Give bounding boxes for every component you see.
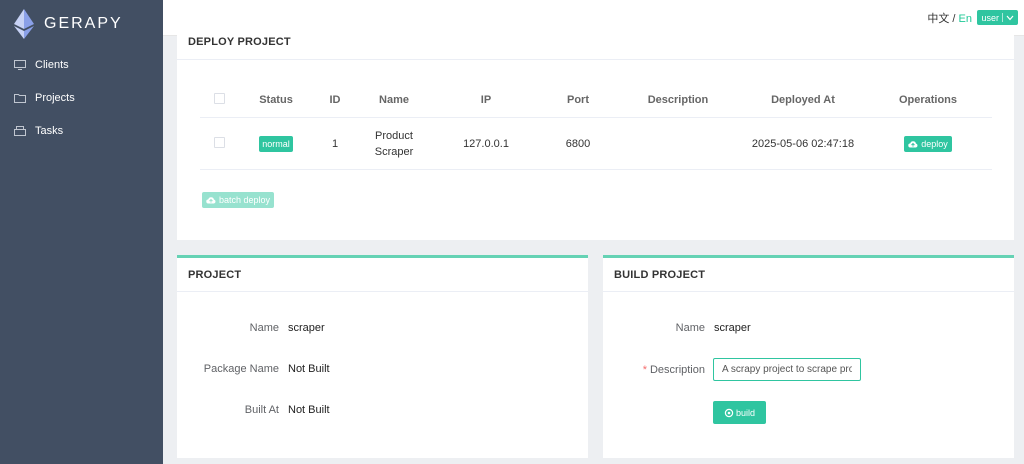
built-at-row: Built At Not Built — [177, 404, 330, 416]
deploy-button[interactable]: deploy — [904, 135, 952, 152]
cell-port: 6800 — [565, 137, 591, 150]
build-description-row: * Description — [603, 358, 861, 381]
field-value: scraper — [288, 322, 325, 334]
card-title: DEPLOY PROJECT — [177, 25, 1014, 60]
table-header: Status ID Name IP Port Description Deplo… — [200, 83, 992, 118]
sidebar-item-label: Clients — [35, 58, 69, 71]
cell-id: 1 — [331, 137, 339, 150]
lang-en-link[interactable]: En — [959, 13, 972, 25]
chevron-down-icon — [1006, 15, 1014, 20]
field-label: Name — [249, 322, 279, 334]
cloud-upload-icon — [908, 140, 918, 148]
card-title: BUILD PROJECT — [603, 258, 1014, 292]
col-deployed-at: Deployed At — [771, 94, 835, 106]
cell-deployed-at: 2025-05-06 02:47:18 — [751, 137, 855, 150]
tasks-icon — [14, 125, 26, 136]
sidebar-item-label: Projects — [35, 91, 75, 104]
clients-table: Status ID Name IP Port Description Deplo… — [200, 83, 992, 170]
status-badge: normal — [259, 135, 293, 152]
col-id: ID — [329, 94, 341, 106]
description-input[interactable] — [713, 358, 861, 381]
build-icon — [724, 408, 734, 417]
col-ip: IP — [480, 94, 492, 106]
logo[interactable]: GERAPY — [0, 0, 163, 48]
cell-ip: 127.0.0.1 — [463, 137, 509, 150]
sidebar-item-clients[interactable]: Clients — [0, 48, 163, 81]
field-value: scraper — [714, 322, 751, 334]
sidebar: GERAPY Clients Projects Tasks — [0, 0, 163, 464]
app-name: GERAPY — [44, 15, 123, 32]
folder-icon — [14, 93, 26, 103]
batch-deploy-button[interactable]: batch deploy — [202, 192, 275, 208]
field-value: Not Built — [288, 404, 330, 416]
monitor-icon — [14, 59, 26, 70]
project-name-row: Name scraper — [177, 322, 325, 334]
field-label: Name — [675, 322, 705, 334]
user-menu-button[interactable]: user — [977, 10, 1018, 25]
select-all-checkbox[interactable] — [213, 93, 225, 104]
required-asterisk: * — [642, 363, 647, 376]
card-title: PROJECT — [177, 258, 588, 292]
ethereum-logo-icon — [14, 9, 34, 39]
col-status: Status — [259, 94, 293, 106]
cell-name: Product Scraper — [374, 129, 414, 158]
lang-zh-link[interactable]: 中文 — [927, 13, 949, 25]
table-row: normal 1 Product Scraper 127.0.0.1 6800 … — [200, 118, 992, 170]
field-value: Not Built — [288, 363, 330, 375]
project-card: PROJECT Name scraper Package Name Not Bu… — [177, 255, 588, 458]
divider — [1002, 13, 1003, 22]
package-name-row: Package Name Not Built — [177, 363, 330, 375]
lang-separator: / — [952, 13, 956, 25]
col-port: Port — [567, 94, 589, 106]
row-checkbox[interactable] — [213, 136, 225, 148]
field-label: Package Name — [203, 363, 279, 375]
deploy-button-label: deploy — [921, 138, 948, 149]
build-project-card: BUILD PROJECT Name scraper * Description … — [603, 255, 1014, 458]
batch-deploy-label: batch deploy — [219, 195, 271, 205]
col-description: Description — [647, 94, 709, 106]
build-button-label: build — [735, 407, 755, 418]
field-label: Description — [649, 363, 705, 376]
sidebar-item-tasks[interactable]: Tasks — [0, 114, 163, 147]
language-switcher: 中文 / En — [927, 10, 972, 26]
field-label: Built At — [244, 404, 279, 416]
col-operations: Operations — [898, 94, 958, 106]
build-name-row: Name scraper — [603, 322, 751, 334]
col-name: Name — [379, 94, 409, 106]
cloud-upload-icon — [206, 197, 216, 204]
build-button[interactable]: build — [713, 401, 766, 424]
sidebar-item-label: Tasks — [35, 124, 64, 137]
user-label: user — [981, 12, 999, 23]
deploy-project-card: DEPLOY PROJECT Status ID Name IP Port De… — [177, 25, 1014, 240]
sidebar-item-projects[interactable]: Projects — [0, 81, 163, 114]
